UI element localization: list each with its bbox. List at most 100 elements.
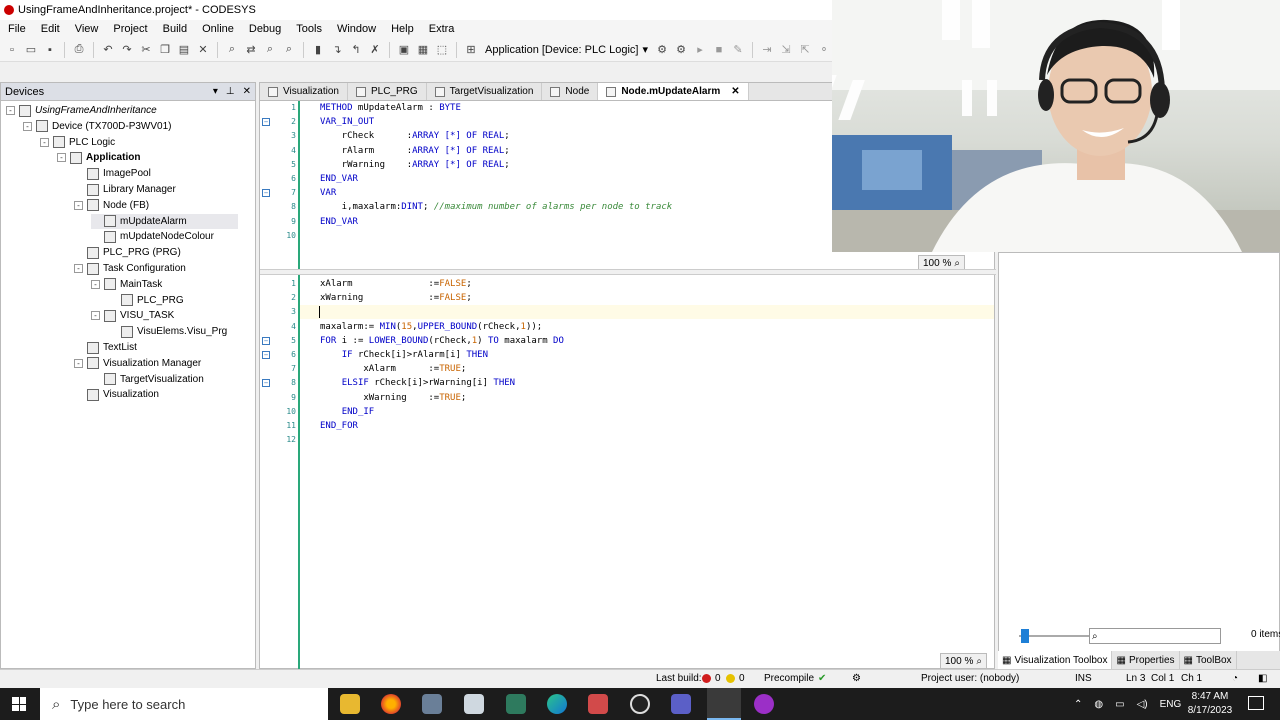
editor-tab[interactable]: Node — [542, 83, 599, 100]
build-icon[interactable]: ▣ — [396, 42, 412, 58]
code-line[interactable]: maxalarm:= MIN(15, UPPER_BOUND (rCheck, 1))… — [320, 320, 542, 334]
save-icon[interactable]: ▪ — [42, 42, 58, 58]
editor-tab[interactable]: TargetVisualization — [427, 83, 543, 100]
cut-icon[interactable]: ✂ — [138, 42, 154, 58]
generate-code-icon[interactable]: ⬚ — [434, 42, 450, 58]
lock-icon[interactable]: ◔ — [1232, 673, 1238, 684]
code-line[interactable]: METHOD mUpdateAlarm : BYTE — [320, 101, 461, 115]
print-icon[interactable]: ⎙ — [71, 42, 87, 58]
tree-node[interactable]: TargetVisualization — [91, 372, 204, 387]
collapse-toggle-icon[interactable]: - — [91, 311, 100, 321]
paste-icon[interactable]: ▤ — [176, 42, 192, 58]
toolbox-tab[interactable]: ▦ Visualization Toolbox — [998, 651, 1113, 669]
volume-icon[interactable]: ◁) — [1137, 699, 1148, 710]
close-icon[interactable]: ✕ — [731, 86, 739, 97]
login-icon[interactable]: ⚙ — [654, 42, 670, 58]
find-prev-icon[interactable]: ⌕ — [281, 42, 297, 58]
bookmark-prev-icon[interactable]: ↰ — [348, 42, 364, 58]
fold-toggle-icon[interactable]: − — [262, 336, 270, 345]
editor-tab[interactable]: Node.mUpdateAlarm ✕ — [598, 83, 749, 100]
bookmark-clear-icon[interactable]: ✗ — [367, 42, 383, 58]
status-info-icon[interactable]: ◧ — [1258, 673, 1267, 684]
logout-icon[interactable]: ⚙ — [673, 42, 689, 58]
collapse-toggle-icon[interactable]: - — [74, 358, 83, 368]
notifications-icon[interactable] — [1248, 696, 1264, 710]
step-into-icon[interactable]: ⇲ — [778, 42, 794, 58]
language-indicator[interactable]: ENG — [1160, 699, 1182, 710]
menu-help[interactable]: Help — [391, 23, 414, 35]
fold-toggle-icon[interactable]: − — [262, 189, 270, 198]
warning-count[interactable]: 0 — [726, 673, 745, 684]
start-icon[interactable]: ▸ — [692, 42, 708, 58]
menu-debug[interactable]: Debug — [249, 23, 281, 35]
menu-build[interactable]: Build — [163, 23, 187, 35]
reset-icon[interactable]: ✎ — [730, 42, 746, 58]
code-line[interactable]: xWarning := FALSE; — [320, 291, 472, 305]
stop-icon[interactable]: ■ — [711, 42, 727, 58]
tree-node[interactable]: PLC_PRG (PRG) — [74, 245, 181, 260]
icon-size-slider-thumb[interactable] — [1021, 629, 1029, 643]
toolbox-search-input[interactable]: ⌕ — [1089, 628, 1221, 644]
chat-app-icon[interactable] — [754, 694, 774, 714]
tree-node[interactable]: mUpdateNodeColour — [91, 229, 214, 244]
step-over-icon[interactable]: ⇥ — [759, 42, 775, 58]
tree-node[interactable]: Library Manager — [74, 182, 176, 197]
pin-icon[interactable]: ⊥ — [226, 86, 235, 97]
code-line[interactable]: xWarning := TRUE; — [320, 391, 466, 405]
toolbox-tab[interactable]: ▦ Properties — [1112, 651, 1180, 669]
device-config-icon[interactable]: ⊞ — [463, 42, 479, 58]
replace-icon[interactable]: ⇄ — [243, 42, 259, 58]
network-icon[interactable]: ▭ — [1115, 699, 1124, 710]
code-line[interactable]: END_FOR — [320, 419, 358, 433]
tree-node[interactable]: - Visualization Manager — [74, 356, 201, 371]
project-settings-icon[interactable]: ⚙ — [852, 673, 861, 684]
tree-node[interactable]: - PLC Logic — [40, 135, 115, 150]
tray-app-icon[interactable]: ◍ — [1094, 699, 1103, 710]
tree-node[interactable]: - Application — [57, 150, 140, 165]
editor-splitter[interactable] — [260, 269, 996, 275]
find-icon[interactable]: ⌕ — [224, 42, 240, 58]
codesys-taskbar-icon[interactable] — [707, 688, 741, 720]
open-folder-icon[interactable]: ▭ — [23, 42, 39, 58]
taskbar-search[interactable]: ⌕ Type here to search — [40, 688, 328, 720]
tree-node[interactable]: mUpdateAlarm — [91, 213, 238, 229]
collapse-toggle-icon[interactable]: - — [57, 153, 66, 163]
tree-node[interactable]: - Device (TX700D-P3WV01) — [23, 119, 171, 134]
menu-extra[interactable]: Extra — [429, 23, 455, 35]
menu-project[interactable]: Project — [113, 23, 147, 35]
bookmark-next-icon[interactable]: ↴ — [329, 42, 345, 58]
menu-edit[interactable]: Edit — [41, 23, 60, 35]
tree-node[interactable]: ImagePool — [74, 166, 151, 181]
code-line[interactable]: VAR_IN_OUT — [320, 115, 374, 129]
copy-icon[interactable]: ❐ — [157, 42, 173, 58]
code-line[interactable]: FOR i := LOWER_BOUND (rCheck, 1) TO maxala… — [320, 334, 564, 348]
rebuild-icon[interactable]: ▦ — [415, 42, 431, 58]
diagram-app-icon[interactable] — [506, 694, 526, 714]
fold-toggle-icon[interactable]: − — [262, 351, 270, 359]
step-out-icon[interactable]: ⇱ — [797, 42, 813, 58]
taskbar-clock[interactable]: 8:47 AM 8/17/2023 — [1186, 690, 1234, 718]
close-icon[interactable]: ✕ — [243, 86, 251, 97]
new-file-icon[interactable]: ▫ — [4, 42, 20, 58]
code-line[interactable]: rAlarm : ARRAY [*] OF REAL; — [320, 144, 510, 158]
collapse-toggle-icon[interactable]: - — [40, 137, 49, 147]
tree-node[interactable]: VisuElems.Visu_Prg — [108, 324, 227, 339]
collapse-toggle-icon[interactable]: - — [23, 121, 32, 131]
collapse-toggle-icon[interactable]: - — [6, 106, 15, 115]
implementation-section[interactable]: 1 xAlarm := FALSE; 2 xWarning := FALSE; 3 4 maxa… — [260, 277, 996, 669]
obs-icon[interactable] — [630, 694, 650, 714]
edge-icon[interactable] — [547, 694, 567, 714]
tree-node[interactable]: - UsingFrameAndInheritance — [6, 103, 157, 118]
tree-node[interactable]: - VISU_TASK — [91, 308, 174, 323]
menu-window[interactable]: Window — [337, 23, 376, 35]
undo-icon[interactable]: ↶ — [100, 42, 116, 58]
code-line[interactable]: rWarning : ARRAY [*] OF REAL; — [320, 158, 510, 172]
active-application-select[interactable]: Application [Device: PLC Logic] ▾ — [482, 43, 651, 57]
teams-icon[interactable] — [671, 694, 691, 714]
firefox-icon[interactable] — [381, 694, 401, 714]
menu-file[interactable]: File — [8, 23, 26, 35]
menu-tools[interactable]: Tools — [296, 23, 322, 35]
windows-start-icon[interactable] — [12, 697, 26, 711]
tree-node[interactable]: - MainTask — [91, 277, 162, 292]
delete-icon[interactable]: ✕ — [195, 42, 211, 58]
